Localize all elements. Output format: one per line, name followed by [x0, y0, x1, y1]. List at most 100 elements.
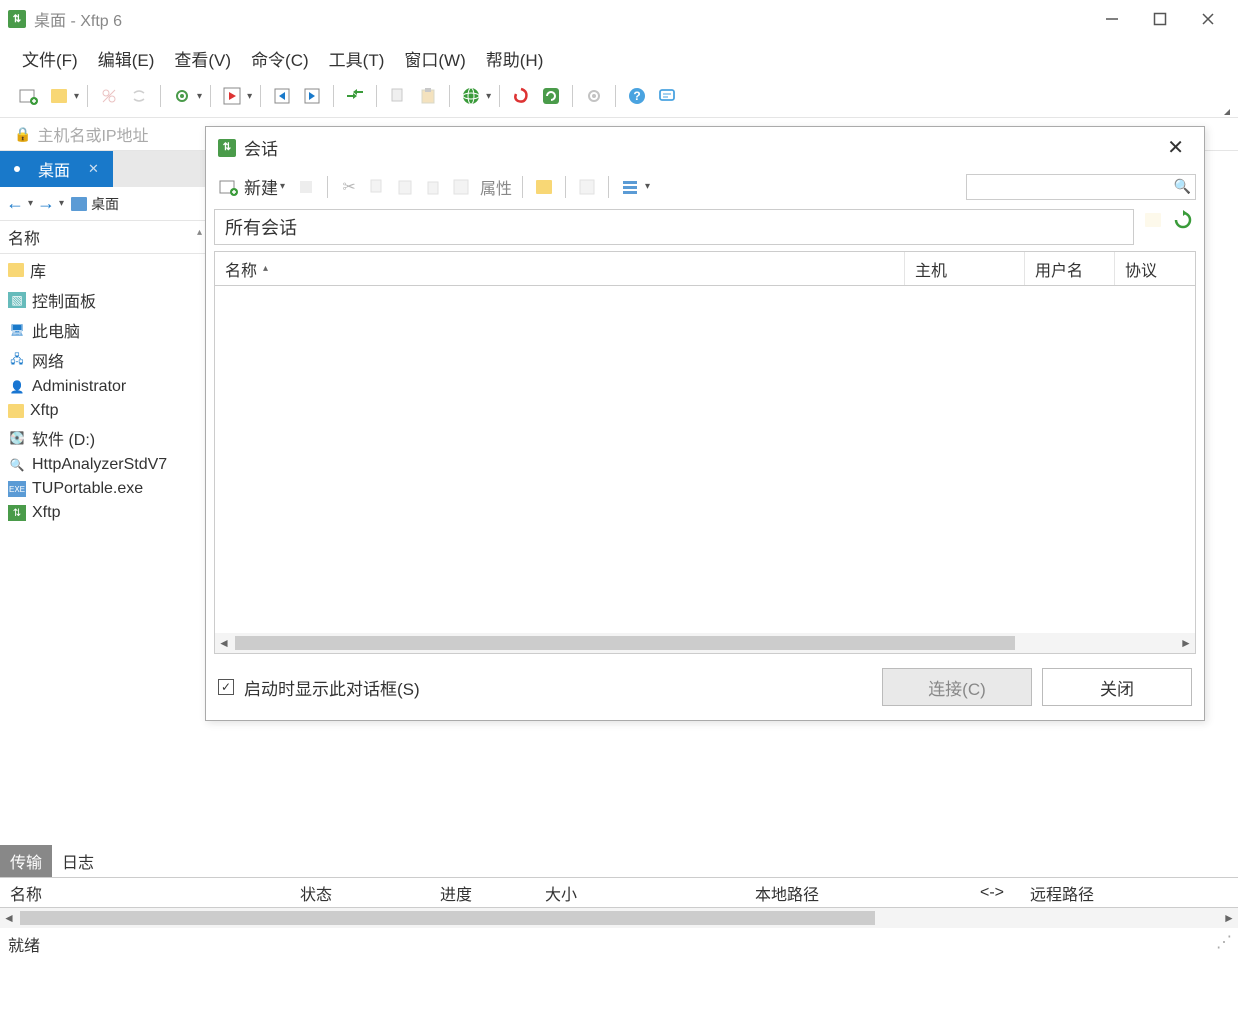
- list-item[interactable]: 🖥此电脑: [6, 316, 204, 344]
- col-name[interactable]: 名称: [0, 881, 290, 905]
- swirl-icon[interactable]: [508, 83, 534, 109]
- file-label: 网络: [32, 348, 64, 372]
- dropdown-icon[interactable]: ▾: [59, 198, 64, 209]
- tab-transfer[interactable]: 传输: [0, 845, 52, 877]
- col-proto[interactable]: 协议: [1115, 252, 1195, 285]
- menu-help[interactable]: 帮助(H): [478, 44, 552, 73]
- col-progress[interactable]: 进度: [430, 881, 535, 905]
- scroll-thumb[interactable]: [20, 911, 875, 925]
- scroll-right-icon[interactable]: ►: [1177, 636, 1195, 650]
- resize-grip-icon[interactable]: ⋰: [1216, 932, 1230, 956]
- maximize-button[interactable]: [1150, 9, 1170, 29]
- close-button[interactable]: [1198, 9, 1218, 29]
- svg-text:?: ?: [633, 89, 640, 103]
- copy-icon[interactable]: [385, 83, 411, 109]
- chat-icon[interactable]: [654, 83, 680, 109]
- menu-view[interactable]: 查看(V): [166, 44, 239, 73]
- local-tab[interactable]: 桌面 ✕: [0, 151, 113, 187]
- paste-icon[interactable]: [415, 83, 441, 109]
- scroll-right-icon[interactable]: ►: [1220, 911, 1238, 925]
- scroll-thumb[interactable]: [235, 636, 1015, 650]
- show-on-start-checkbox[interactable]: ✓: [218, 679, 234, 695]
- menu-file[interactable]: 文件(F): [14, 44, 86, 73]
- refresh-green-icon[interactable]: [538, 83, 564, 109]
- cut-icon[interactable]: ✂: [338, 176, 360, 198]
- copy-icon[interactable]: [366, 176, 388, 198]
- session-path-field[interactable]: 所有会话: [214, 209, 1134, 245]
- globe-icon[interactable]: [458, 83, 484, 109]
- col-arrow[interactable]: <->: [970, 884, 1020, 902]
- list-item[interactable]: EXETUPortable.exe: [6, 478, 204, 500]
- dropdown-icon[interactable]: ▾: [74, 91, 79, 102]
- dropdown-icon[interactable]: ▾: [280, 181, 285, 192]
- menu-command[interactable]: 命令(C): [243, 44, 317, 73]
- delete-icon[interactable]: [295, 176, 317, 198]
- dropdown-icon[interactable]: ▾: [28, 198, 33, 209]
- list-view-icon[interactable]: [619, 176, 641, 198]
- session-search-input[interactable]: 🔍: [966, 174, 1196, 200]
- col-host[interactable]: 主机: [905, 252, 1025, 285]
- file-label: 此电脑: [32, 318, 80, 342]
- dialog-toolbar: 新建 ▾ ✂ 属性 ▾ 🔍: [206, 168, 1204, 205]
- view-icon[interactable]: [576, 176, 598, 198]
- menu-tools[interactable]: 工具(T): [321, 44, 393, 73]
- close-tab-icon[interactable]: ✕: [88, 161, 99, 177]
- location-field[interactable]: 桌面: [66, 191, 206, 217]
- col-remote[interactable]: 远程路径: [1020, 881, 1105, 905]
- scroll-left-icon[interactable]: ◄: [215, 636, 233, 650]
- forward-button[interactable]: →: [35, 193, 57, 214]
- scroll-left-icon[interactable]: ◄: [0, 911, 18, 925]
- properties-label[interactable]: 属性: [480, 175, 512, 199]
- column-header-name[interactable]: 名称 ▴: [0, 221, 210, 254]
- close-dialog-button[interactable]: 关闭: [1042, 668, 1192, 706]
- sync-icon[interactable]: [342, 83, 368, 109]
- list-item[interactable]: 🔍HttpAnalyzerStdV7: [6, 454, 204, 476]
- col-size[interactable]: 大小: [535, 881, 745, 905]
- list-item[interactable]: 🖧网络: [6, 346, 204, 374]
- list-item[interactable]: ▧控制面板: [6, 286, 204, 314]
- gear-icon[interactable]: [581, 83, 607, 109]
- play-icon[interactable]: [219, 83, 245, 109]
- toolbar-overflow-icon[interactable]: [1224, 109, 1230, 115]
- new-session-button[interactable]: 新建 ▾: [214, 172, 289, 201]
- bottom-scrollbar[interactable]: ◄ ►: [0, 908, 1238, 928]
- new-session-icon[interactable]: [16, 83, 42, 109]
- session-grid-body[interactable]: ◄ ►: [214, 285, 1196, 654]
- open-folder-icon[interactable]: [46, 83, 72, 109]
- col-local[interactable]: 本地路径: [745, 881, 970, 905]
- col-status[interactable]: 状态: [290, 881, 430, 905]
- up-folder-icon[interactable]: [1142, 209, 1164, 231]
- dialog-close-button[interactable]: ✕: [1159, 135, 1192, 160]
- properties-icon[interactable]: [450, 176, 472, 198]
- dropdown-icon[interactable]: ▾: [197, 91, 202, 102]
- minimize-button[interactable]: [1102, 9, 1122, 29]
- list-item[interactable]: Xftp: [6, 400, 204, 422]
- list-item[interactable]: 💽软件 (D:): [6, 424, 204, 452]
- grid-scrollbar[interactable]: ◄ ►: [215, 633, 1195, 653]
- transfer-right-icon[interactable]: [299, 83, 325, 109]
- list-item[interactable]: 库: [6, 256, 204, 284]
- dropdown-icon[interactable]: ▾: [486, 91, 491, 102]
- file-label: 库: [30, 258, 46, 282]
- paste-icon[interactable]: [394, 176, 416, 198]
- connect-button[interactable]: 连接(C): [882, 668, 1032, 706]
- menu-edit[interactable]: 编辑(E): [90, 44, 163, 73]
- tab-log[interactable]: 日志: [52, 845, 104, 877]
- list-item[interactable]: 👤Administrator: [6, 376, 204, 398]
- col-name[interactable]: 名称▴: [215, 252, 905, 285]
- menu-window[interactable]: 窗口(W): [396, 44, 473, 73]
- settings-gear-icon[interactable]: [169, 83, 195, 109]
- dropdown-icon[interactable]: ▾: [247, 91, 252, 102]
- transfer-left-icon[interactable]: [269, 83, 295, 109]
- back-button[interactable]: ←: [4, 193, 26, 214]
- bottom-tabs: 传输 日志: [0, 845, 1238, 878]
- folder-icon[interactable]: [533, 176, 555, 198]
- refresh-icon[interactable]: [1172, 209, 1194, 231]
- disconnect-icon[interactable]: [96, 83, 122, 109]
- help-icon[interactable]: ?: [624, 83, 650, 109]
- col-user[interactable]: 用户名: [1025, 252, 1115, 285]
- list-item[interactable]: ⇅Xftp: [6, 502, 204, 524]
- delete2-icon[interactable]: [422, 176, 444, 198]
- reconnect-icon[interactable]: [126, 83, 152, 109]
- dropdown-icon[interactable]: ▾: [645, 181, 650, 192]
